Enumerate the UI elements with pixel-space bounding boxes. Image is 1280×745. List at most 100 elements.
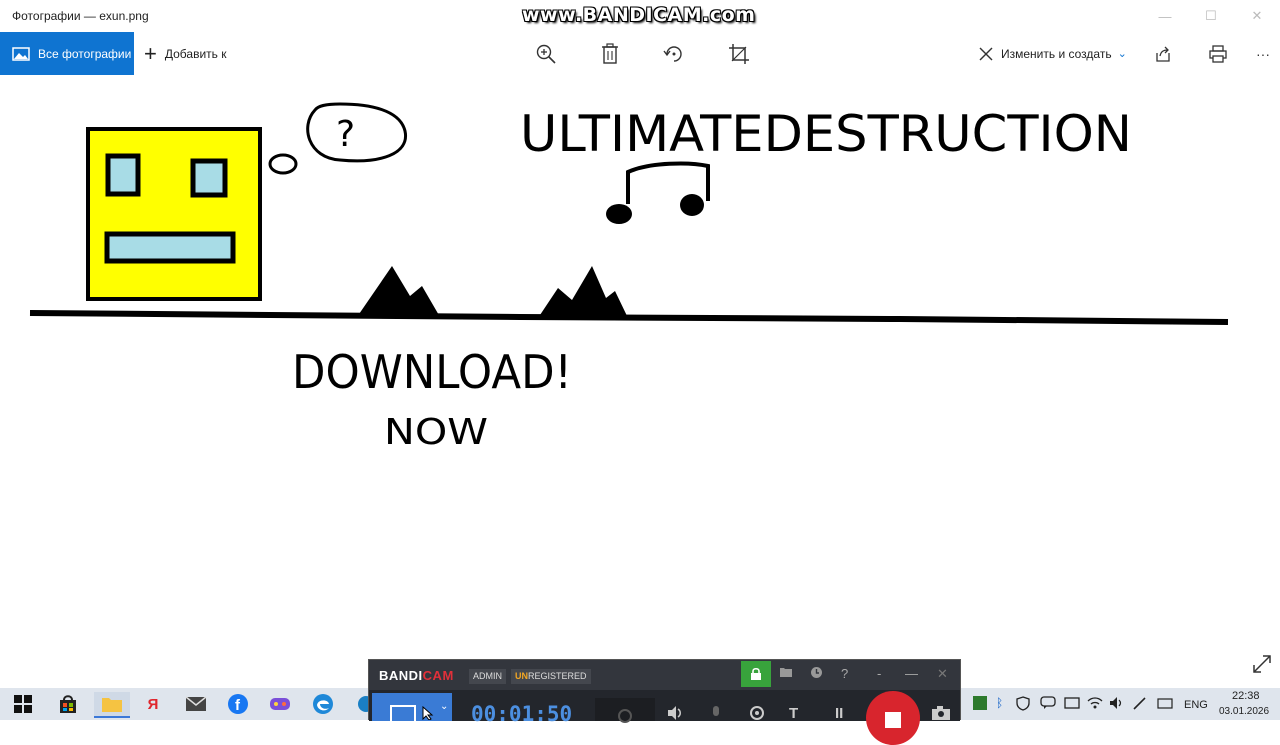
close-button[interactable]: ✕: [1234, 0, 1280, 32]
more-button[interactable]: ···: [1250, 41, 1276, 67]
all-photos-button[interactable]: Все фотографии: [0, 32, 134, 75]
pen-tray-icon[interactable]: [1132, 696, 1148, 713]
tray-app-icon: [1064, 697, 1080, 709]
stop-record-button[interactable]: [866, 691, 920, 745]
download-text: DOWNLOAD!: [292, 345, 572, 399]
thought-bubble: ?: [268, 102, 407, 175]
nvidia-icon: [973, 696, 987, 710]
cursor-effect-button[interactable]: [749, 705, 765, 725]
webcam-icon: [618, 709, 632, 723]
schedule-button[interactable]: [810, 666, 823, 682]
unregistered-rest: REGISTERED: [528, 671, 587, 681]
unregistered-badge[interactable]: UNREGISTERED: [511, 669, 591, 684]
volume-button[interactable]: [667, 705, 685, 725]
microphone-icon: [713, 706, 719, 716]
edge-taskbar-icon[interactable]: [310, 692, 336, 716]
rotate-button[interactable]: [661, 41, 687, 67]
keyboard-icon: [1157, 698, 1173, 709]
image-canvas: ? ULTIMATEDESTRUCTION DOWNLOAD! NOW: [29, 102, 1229, 453]
now-text: NOW: [384, 412, 488, 453]
lock-button[interactable]: [741, 661, 771, 687]
bandicam-minimize-button[interactable]: —: [905, 666, 918, 681]
clock-time[interactable]: 22:38: [1232, 690, 1260, 702]
screen-mode-icon: [390, 705, 416, 724]
wifi-icon: [1087, 697, 1103, 709]
bandicam-widget: BANDICAM ADMIN UNREGISTERED ? - — ✕ ⌄ 00…: [368, 659, 961, 745]
add-to-button[interactable]: + Добавить к: [144, 32, 226, 75]
pause-button[interactable]: II: [835, 705, 843, 722]
facebook-icon: f: [228, 694, 248, 714]
edit-create-label: Изменить и создать: [1001, 46, 1112, 61]
printer-icon: [1209, 45, 1227, 63]
clock-date[interactable]: 03.01.2026: [1219, 706, 1269, 717]
photos-icon: [12, 46, 30, 61]
edge-icon: [313, 694, 333, 714]
expand-icon[interactable]: [1252, 654, 1272, 674]
screen-mode-button[interactable]: ⌄: [372, 693, 452, 724]
security-tray-icon[interactable]: [1016, 696, 1030, 714]
admin-badge: ADMIN: [469, 669, 506, 684]
folder-button[interactable]: [779, 666, 793, 681]
bandicam-logo-main: BANDI: [379, 668, 423, 683]
clock-icon: [811, 667, 822, 678]
shield-icon: [1016, 696, 1030, 711]
crop-button[interactable]: [726, 41, 752, 67]
edit-create-button[interactable]: Изменить и создать ⌄: [978, 32, 1127, 75]
unregistered-prefix: UN: [515, 671, 528, 681]
facebook-taskbar-icon[interactable]: f: [225, 692, 251, 716]
mode-dropdown-icon[interactable]: ⌄: [440, 701, 448, 712]
text-overlay-button[interactable]: T: [789, 705, 798, 722]
bandicam-close-button[interactable]: ✕: [937, 666, 948, 682]
volume-tray-icon[interactable]: [1109, 696, 1125, 713]
bandicam-logo-accent: CAM: [422, 668, 454, 683]
minimize-button[interactable]: —: [1142, 0, 1188, 32]
stop-icon: [885, 712, 901, 728]
help-button[interactable]: ?: [841, 666, 848, 681]
store-taskbar-icon[interactable]: [55, 692, 81, 716]
bandicam-tray-icon[interactable]: [1064, 696, 1080, 713]
cube-drawing: [86, 127, 262, 301]
windows-icon: [14, 695, 32, 713]
webcam-preview[interactable]: [595, 698, 655, 723]
microphone-button[interactable]: [711, 705, 721, 725]
photos-toolbar: Все фотографии + Добавить к Изменить и с…: [0, 32, 1280, 76]
file-explorer-taskbar-icon[interactable]: [94, 692, 130, 718]
music-notes: [606, 161, 710, 224]
game-taskbar-icon[interactable]: [267, 692, 293, 716]
keyboard-tray-icon[interactable]: [1157, 696, 1173, 713]
chat-tray-icon[interactable]: [1040, 696, 1056, 713]
bluetooth-tray-icon[interactable]: ᛒ: [996, 696, 1003, 710]
bandicam-watermark: www.BANDICAM.com: [522, 4, 756, 26]
window-title: Фотографии — exun.png: [12, 9, 149, 23]
all-photos-label: Все фотографии: [38, 46, 132, 61]
bandicam-logo: BANDICAM: [379, 668, 454, 683]
edit-icon: [979, 47, 993, 60]
maximize-button[interactable]: ☐: [1188, 0, 1234, 32]
screenshot-button[interactable]: [931, 705, 951, 725]
add-to-label: Добавить к: [164, 46, 227, 61]
lock-icon: [751, 667, 761, 680]
delete-button[interactable]: [597, 41, 623, 67]
zoom-in-icon: [536, 44, 556, 64]
mail-icon: [185, 696, 207, 711]
game-icon: [270, 698, 290, 710]
collapse-button[interactable]: -: [877, 666, 881, 681]
wifi-tray-icon[interactable]: [1087, 696, 1103, 713]
mail-taskbar-icon[interactable]: [183, 692, 209, 716]
zoom-button[interactable]: [533, 41, 559, 67]
start-button[interactable]: [10, 692, 36, 716]
folder-icon: [102, 698, 122, 712]
print-button[interactable]: [1205, 41, 1231, 67]
camera-icon: [932, 706, 950, 720]
ultimate-destruction-text: ULTIMATEDESTRUCTION: [520, 105, 1132, 163]
speaker-icon: [1110, 697, 1122, 709]
rotate-icon: [663, 46, 682, 62]
yandex-browser-icon[interactable]: Я: [140, 692, 166, 716]
store-icon: [60, 695, 76, 713]
folder-icon: [780, 668, 792, 677]
recording-timer: 00:01:50: [471, 702, 573, 726]
share-button[interactable]: [1150, 41, 1176, 67]
nvidia-tray-icon[interactable]: [973, 696, 987, 713]
language-indicator[interactable]: ENG: [1184, 699, 1208, 711]
trash-icon: [602, 43, 618, 64]
